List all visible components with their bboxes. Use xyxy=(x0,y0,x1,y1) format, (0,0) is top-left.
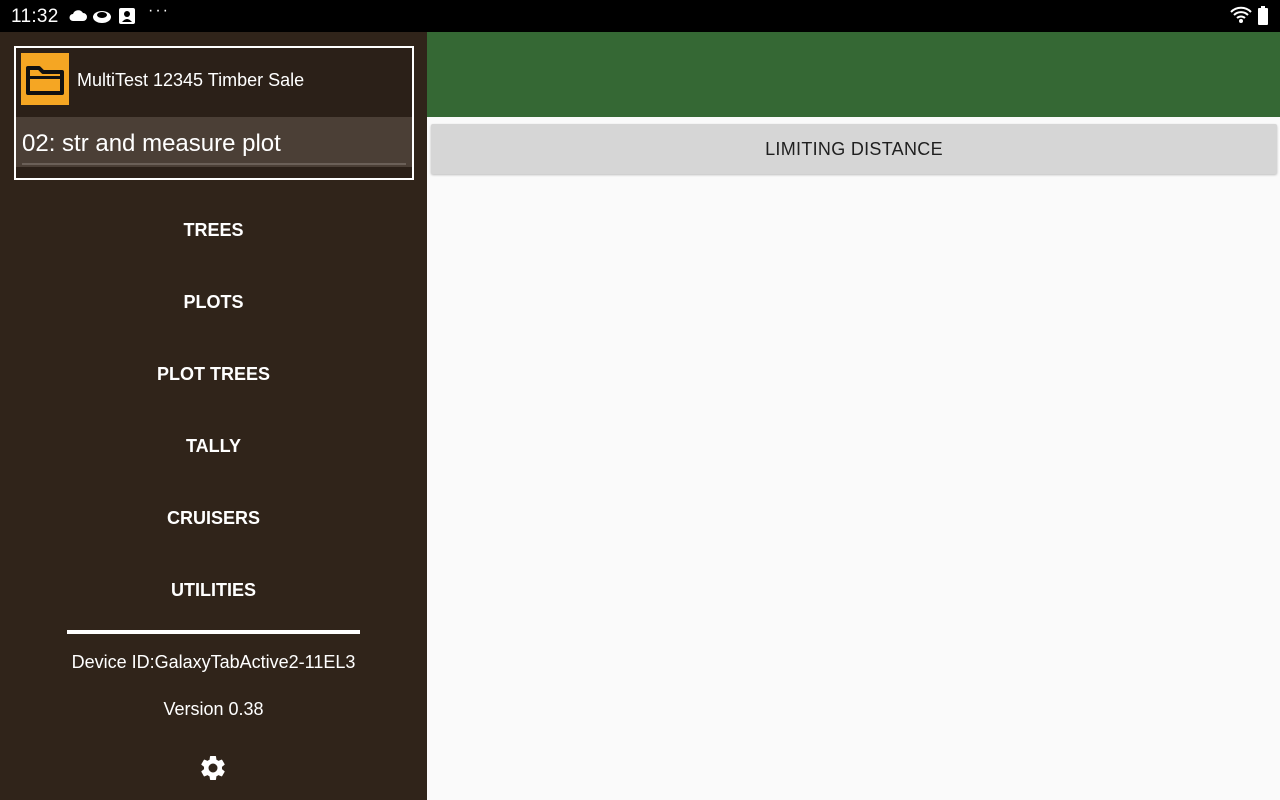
settings-gear-icon[interactable] xyxy=(198,753,228,783)
status-overflow: ··· xyxy=(148,2,170,19)
app-version: Version 0.38 xyxy=(163,699,264,719)
nav-item-cruisers[interactable]: CRUISERS xyxy=(0,488,427,548)
app-bar xyxy=(427,32,1280,117)
limiting-distance-button[interactable]: LIMITING DISTANCE xyxy=(431,124,1277,174)
wifi-icon xyxy=(1230,6,1252,29)
main-content: LIMITING DISTANCE xyxy=(427,117,1280,800)
status-time: 11:32 xyxy=(11,6,59,27)
navigation-drawer: MultiTest 12345 Timber Sale 02: str and … xyxy=(0,32,427,800)
stratum-underline xyxy=(22,163,406,165)
notification-icon xyxy=(118,7,136,30)
nav-item-utilities[interactable]: UTILITIES xyxy=(0,560,427,620)
battery-icon xyxy=(1257,6,1269,31)
nav-item-plot-trees[interactable]: PLOT TREES xyxy=(0,344,427,404)
stratum-selector[interactable]: 02: str and measure plot xyxy=(16,117,412,167)
sale-stratum-header[interactable]: MultiTest 12345 Timber Sale 02: str and … xyxy=(14,46,414,180)
data-saver-icon xyxy=(92,8,112,29)
nav-item-trees[interactable]: TREES xyxy=(0,200,427,260)
drawer-divider xyxy=(67,630,360,634)
status-bar: 11:32 ··· xyxy=(0,0,1280,32)
nav-item-plots[interactable]: PLOTS xyxy=(0,272,427,332)
device-id: Device ID:GalaxyTabActive2-11EL3 xyxy=(71,652,356,672)
sale-title: MultiTest 12345 Timber Sale xyxy=(77,70,305,90)
stratum-label: 02: str and measure plot xyxy=(22,130,281,157)
nav-item-tally[interactable]: TALLY xyxy=(0,416,427,476)
folder-icon[interactable] xyxy=(21,53,69,105)
cloud-icon xyxy=(68,9,87,27)
